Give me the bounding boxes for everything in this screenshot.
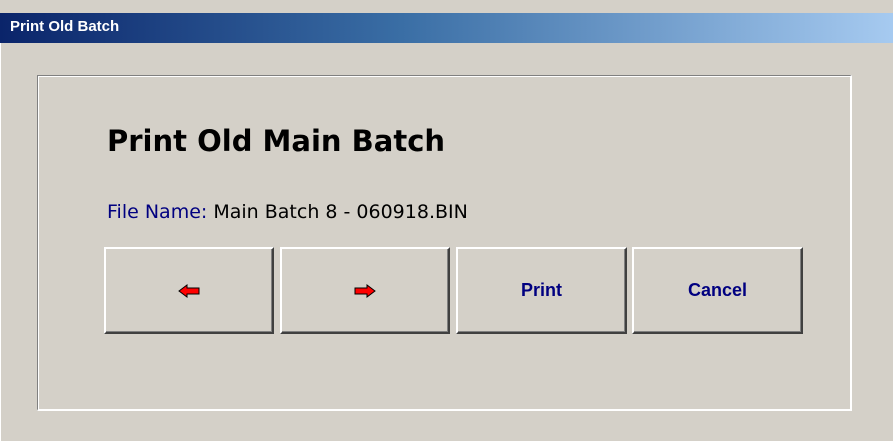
window-left-border	[0, 43, 1, 441]
file-name-label: File Name:	[107, 201, 208, 223]
right-arrow-icon	[354, 283, 376, 298]
window-title: Print Old Batch	[10, 18, 120, 35]
file-name-row: File Name: Main Batch 8 - 060918.BIN	[107, 201, 468, 223]
file-name-value: Main Batch 8 - 060918.BIN	[213, 201, 468, 223]
next-button[interactable]	[280, 247, 450, 334]
page-title: Print Old Main Batch	[107, 124, 446, 158]
print-button-label: Print	[520, 280, 562, 300]
title-bar[interactable]: Print Old Batch	[0, 13, 893, 43]
cancel-button-label: Cancel	[687, 280, 748, 300]
print-button[interactable]: Print	[456, 247, 627, 334]
cancel-button[interactable]: Cancel	[632, 247, 803, 334]
dialog-window: Print Old Batch Print Old Main Batch Fil…	[0, 0, 893, 441]
left-arrow-icon	[178, 283, 200, 298]
previous-button[interactable]	[104, 247, 274, 334]
